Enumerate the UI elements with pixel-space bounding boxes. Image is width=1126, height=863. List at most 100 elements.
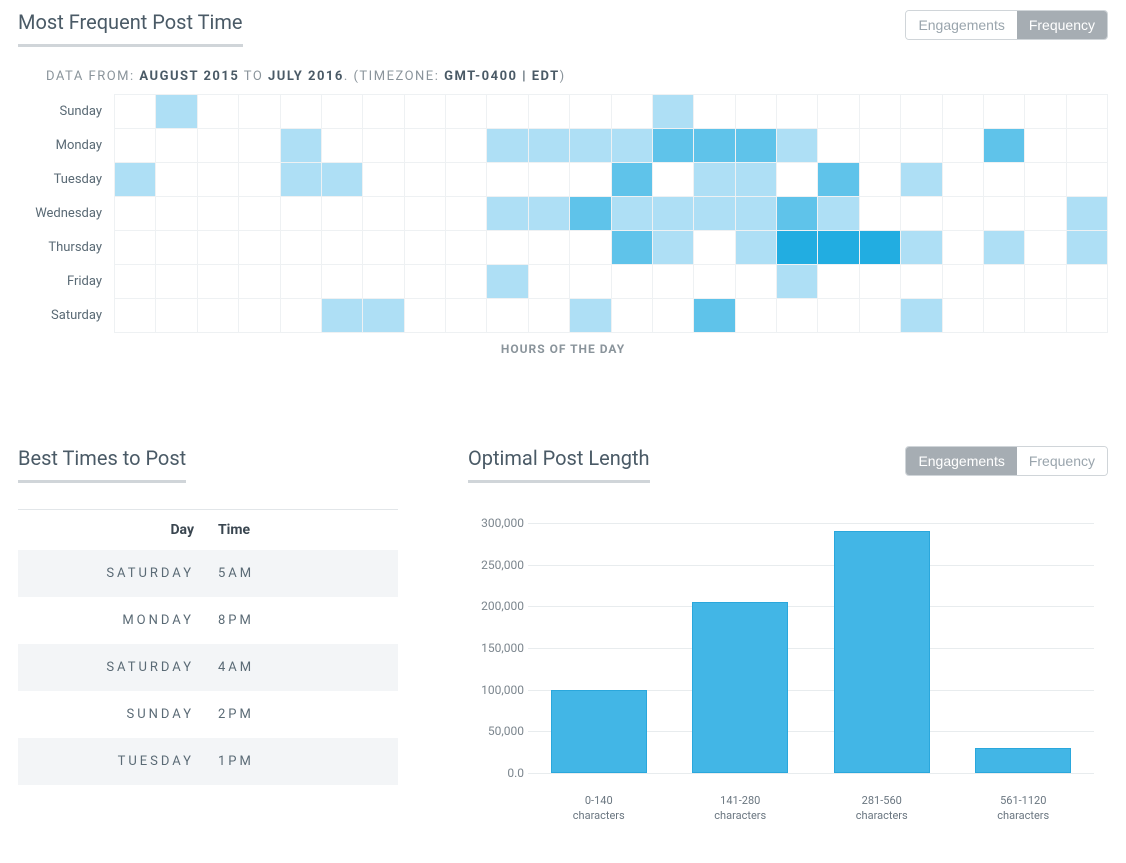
heatmap-cell[interactable] [198, 95, 239, 128]
heatmap-cell[interactable] [487, 299, 528, 332]
heatmap-cell[interactable] [156, 95, 197, 128]
heatmap-cell[interactable] [570, 299, 611, 332]
chart-bar[interactable] [975, 748, 1071, 773]
heatmap-cell[interactable] [239, 231, 280, 264]
heatmap-cell[interactable] [529, 163, 570, 196]
heatmap-cell[interactable] [1067, 265, 1108, 298]
heatmap-cell[interactable] [1067, 197, 1108, 230]
heatmap-cell[interactable] [612, 265, 653, 298]
heatmap-cell[interactable] [736, 197, 777, 230]
heatmap-cell[interactable] [281, 129, 322, 162]
heatmap-cell[interactable] [1025, 129, 1066, 162]
heatmap-cell[interactable] [612, 231, 653, 264]
heatmap-cell[interactable] [281, 95, 322, 128]
heatmap-cell[interactable] [777, 95, 818, 128]
heatmap-cell[interactable] [487, 163, 528, 196]
heatmap-cell[interactable] [777, 197, 818, 230]
heatmap-cell[interactable] [322, 129, 363, 162]
heatmap-cell[interactable] [612, 95, 653, 128]
heatmap-cell[interactable] [363, 231, 404, 264]
heatmap-cell[interactable] [1067, 129, 1108, 162]
heatmap-cell[interactable] [363, 163, 404, 196]
heatmap-cell[interactable] [239, 129, 280, 162]
heatmap-cell[interactable] [818, 163, 859, 196]
heatmap-cell[interactable] [612, 197, 653, 230]
heatmap-cell[interactable] [281, 197, 322, 230]
heatmap-cell[interactable] [984, 163, 1025, 196]
heatmap-cell[interactable] [1025, 231, 1066, 264]
heatmap-cell[interactable] [405, 231, 446, 264]
heatmap-cell[interactable] [694, 129, 735, 162]
heatmap-cell[interactable] [984, 129, 1025, 162]
engagements-toggle[interactable]: Engagements [906, 11, 1016, 39]
heatmap-cell[interactable] [405, 163, 446, 196]
heatmap-cell[interactable] [984, 197, 1025, 230]
heatmap-cell[interactable] [694, 163, 735, 196]
heatmap-cell[interactable] [239, 299, 280, 332]
heatmap-cell[interactable] [446, 95, 487, 128]
heatmap-cell[interactable] [1025, 163, 1066, 196]
heatmap-cell[interactable] [363, 197, 404, 230]
heatmap-cell[interactable] [653, 129, 694, 162]
heatmap-cell[interactable] [777, 299, 818, 332]
heatmap-cell[interactable] [694, 265, 735, 298]
heatmap-cell[interactable] [281, 231, 322, 264]
heatmap-cell[interactable] [818, 197, 859, 230]
heatmap-cell[interactable] [405, 299, 446, 332]
heatmap-cell[interactable] [322, 299, 363, 332]
heatmap-cell[interactable] [818, 299, 859, 332]
heatmap-cell[interactable] [446, 231, 487, 264]
heatmap-cell[interactable] [1067, 163, 1108, 196]
heatmap-cell[interactable] [943, 163, 984, 196]
heatmap-cell[interactable] [653, 163, 694, 196]
heatmap-cell[interactable] [943, 231, 984, 264]
heatmap-cell[interactable] [943, 129, 984, 162]
heatmap-cell[interactable] [653, 197, 694, 230]
heatmap-cell[interactable] [156, 197, 197, 230]
heatmap-cell[interactable] [860, 231, 901, 264]
heatmap-cell[interactable] [1025, 265, 1066, 298]
heatmap-cell[interactable] [736, 299, 777, 332]
heatmap-cell[interactable] [529, 299, 570, 332]
heatmap-cell[interactable] [777, 163, 818, 196]
heatmap-cell[interactable] [529, 197, 570, 230]
chart-bar[interactable] [692, 602, 788, 773]
heatmap-cell[interactable] [901, 265, 942, 298]
heatmap-cell[interactable] [115, 95, 156, 128]
heatmap-cell[interactable] [818, 95, 859, 128]
optimal-frequency-toggle[interactable]: Frequency [1017, 447, 1107, 475]
heatmap-cell[interactable] [239, 197, 280, 230]
heatmap-cell[interactable] [156, 299, 197, 332]
heatmap-cell[interactable] [943, 265, 984, 298]
heatmap-cell[interactable] [818, 265, 859, 298]
heatmap-cell[interactable] [198, 299, 239, 332]
heatmap-cell[interactable] [198, 197, 239, 230]
heatmap-cell[interactable] [818, 129, 859, 162]
heatmap-cell[interactable] [239, 95, 280, 128]
heatmap-cell[interactable] [736, 163, 777, 196]
heatmap-cell[interactable] [446, 163, 487, 196]
heatmap-cell[interactable] [363, 95, 404, 128]
heatmap-cell[interactable] [156, 265, 197, 298]
heatmap-cell[interactable] [281, 163, 322, 196]
heatmap-cell[interactable] [694, 299, 735, 332]
heatmap-cell[interactable] [736, 231, 777, 264]
heatmap-cell[interactable] [322, 95, 363, 128]
heatmap-cell[interactable] [984, 265, 1025, 298]
heatmap-cell[interactable] [156, 163, 197, 196]
heatmap-cell[interactable] [860, 299, 901, 332]
heatmap-cell[interactable] [943, 299, 984, 332]
heatmap-cell[interactable] [405, 197, 446, 230]
heatmap-cell[interactable] [777, 231, 818, 264]
heatmap-cell[interactable] [901, 231, 942, 264]
heatmap-cell[interactable] [612, 163, 653, 196]
heatmap-cell[interactable] [115, 163, 156, 196]
heatmap-cell[interactable] [529, 129, 570, 162]
heatmap-cell[interactable] [529, 265, 570, 298]
optimal-engagements-toggle[interactable]: Engagements [906, 447, 1016, 475]
heatmap-cell[interactable] [653, 231, 694, 264]
heatmap-cell[interactable] [984, 299, 1025, 332]
heatmap-cell[interactable] [570, 197, 611, 230]
heatmap-cell[interactable] [446, 197, 487, 230]
heatmap-cell[interactable] [901, 299, 942, 332]
